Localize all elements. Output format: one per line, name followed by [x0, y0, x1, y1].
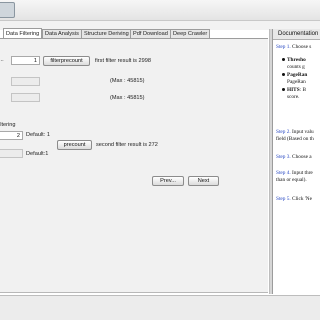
step1-text: Choose s [292, 44, 312, 50]
step4-sub: than or equal). [276, 177, 307, 183]
tab-structure-deriving[interactable]: Structure Deriving [81, 29, 132, 38]
filter2-result: second filter result is 272 [96, 142, 158, 148]
bullet-icon [282, 58, 285, 62]
max-label-2: (Max : 45815) [110, 95, 145, 101]
bullet3-sub: score. [287, 94, 300, 100]
tab-data-filtering[interactable]: Data Filtering [3, 28, 43, 38]
step5-text: Click 'Ne [292, 196, 312, 202]
title-bar [0, 0, 320, 21]
step4-text: Input thre [292, 170, 313, 176]
step4-label: Step 4. [276, 170, 291, 176]
step5-label: Step 5. [276, 196, 291, 202]
app-window: Data Filtering Data Analysis Structure D… [0, 0, 320, 320]
second-filter-section-label: iltering [0, 122, 16, 128]
min-input-1[interactable] [11, 77, 40, 86]
min-input-2[interactable] [11, 93, 40, 102]
step1-label: Step 1. [276, 44, 291, 50]
step3-text: Choose a [292, 154, 312, 160]
documentation-panel: Documentation Step 1. Choose s Thresho c… [272, 29, 320, 294]
step2-label: Step 2. [276, 129, 291, 135]
tab-strip: Data Filtering Data Analysis Structure D… [0, 28, 268, 39]
filter2-input-b[interactable] [0, 149, 23, 158]
precount-button[interactable]: precount [57, 140, 92, 150]
filter-panel: ... 1 filterprecount first filter result… [0, 39, 268, 293]
filter1-result: first filter result is 2998 [95, 58, 151, 64]
bullet1-title: Thresho [287, 57, 306, 63]
step3-label: Step 3. [276, 154, 291, 160]
tab-data-analysis[interactable]: Data Analysis [42, 29, 82, 38]
documentation-header: Documentation [273, 29, 320, 40]
bullet2-sub: PageRan [287, 79, 306, 85]
bottom-bar [0, 295, 320, 320]
step2-text: Input valu [292, 129, 314, 135]
tab-deep-crawler[interactable]: Deep Crawler [170, 29, 211, 38]
filter1-input[interactable]: 1 [11, 56, 40, 65]
app-icon [0, 2, 15, 18]
bullet2-title: PageRan [287, 72, 308, 78]
filter-precount-button[interactable]: filterprecount [43, 56, 90, 66]
tab-pdf-download[interactable]: Pdf Download [130, 29, 171, 38]
bullet1-sub: counts g [287, 64, 305, 70]
bullet-icon [282, 73, 285, 77]
step2-sub: field (Based on th [276, 136, 314, 142]
max-label-1: (Max : 45815) [110, 78, 145, 84]
filter1-label: ... [0, 57, 4, 63]
filter2-default-label: Default: 1 [26, 132, 50, 138]
bullet3-title: HITS [287, 87, 300, 93]
filter2-default2: Default:1 [26, 151, 49, 157]
next-button[interactable]: Next [188, 176, 219, 186]
bullet3-text: : B [299, 87, 307, 93]
filter2-input[interactable]: 2 [0, 131, 23, 140]
prev-button[interactable]: Prev... [152, 176, 184, 186]
bullet-icon [282, 88, 285, 92]
